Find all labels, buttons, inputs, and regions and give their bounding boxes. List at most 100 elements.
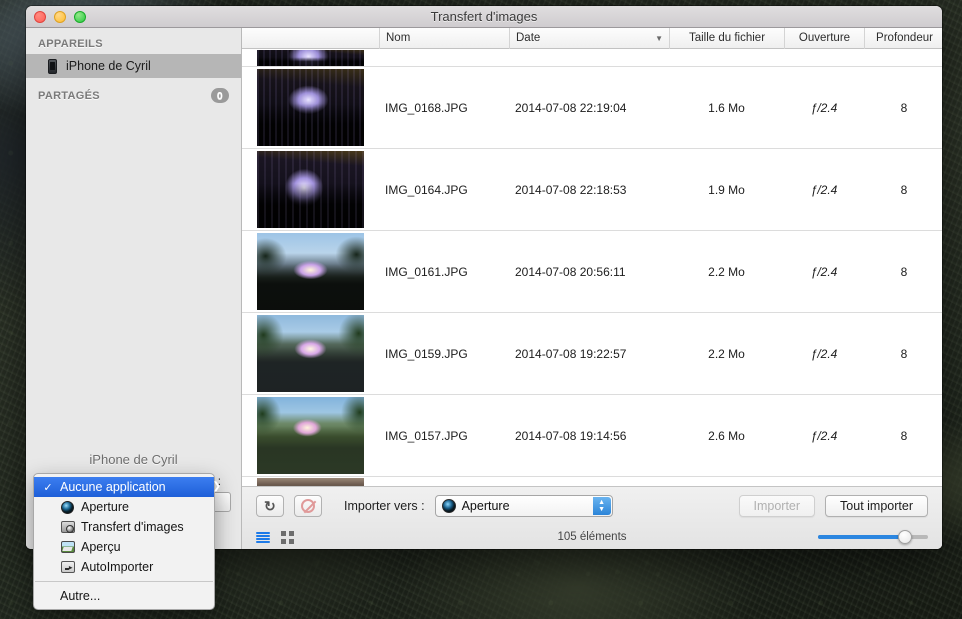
menu-item-label: AutoImporter: [81, 560, 154, 574]
file-list[interactable]: IMG_0168.JPG 2014-07-08 22:19:04 1.6 Mo …: [242, 49, 942, 486]
status-bar-row: 105 éléments: [242, 525, 942, 549]
import-toolbar-row: ↺ Importer vers : Aperture ▲ ▼ Importer T…: [242, 487, 942, 525]
photo-thumbnail: [257, 397, 364, 474]
iphone-icon: [48, 58, 57, 74]
sidebar-header-label: PARTAGÉS: [38, 89, 100, 102]
import-button[interactable]: Importer: [738, 495, 816, 517]
chevron-right-icon: ❯: [212, 481, 221, 492]
import-destination-popup[interactable]: Aperture ▲ ▼: [434, 495, 613, 517]
column-header-ouverture[interactable]: Ouverture: [784, 27, 864, 49]
row-date: 2014-07-08 20:56:11: [515, 264, 626, 279]
aperture-icon: [441, 499, 456, 513]
row-aperture: ƒ/2.4: [810, 346, 838, 361]
shared-count-badge: 0: [211, 88, 229, 103]
aperture-icon: [60, 500, 75, 514]
row-depth: 8: [900, 346, 908, 361]
sidebar: APPAREILS iPhone de Cyril PARTAGÉS 0 iPh…: [26, 28, 242, 549]
window-title: Transfert d'images: [430, 9, 538, 24]
menu-item-autre[interactable]: Autre...: [34, 586, 214, 606]
row-filename: IMG_0168.JPG: [385, 100, 468, 115]
row-aperture: ƒ/2.4: [810, 264, 838, 279]
sidebar-item-label: iPhone de Cyril: [66, 59, 151, 73]
checkmark-icon: ✓: [43, 481, 53, 494]
autoimporter-icon: [60, 560, 75, 574]
sidebar-header-label: APPAREILS: [38, 38, 103, 50]
table-row[interactable]: IMG_0164.JPG 2014-07-08 22:18:53 1.9 Mo …: [242, 149, 942, 231]
minimize-button[interactable]: [54, 10, 66, 23]
row-date: 2014-07-08 22:19:04: [515, 100, 627, 115]
column-header-date-label: Date: [516, 32, 541, 44]
row-thumbnail-cell: [242, 67, 379, 148]
slider-knob[interactable]: [897, 530, 912, 544]
menu-separator: [35, 581, 213, 582]
photo-thumbnail: [257, 477, 364, 486]
row-thumbnail-cell: [242, 49, 379, 66]
slider-fill: [818, 535, 905, 539]
row-file-size: 2.6 Mo: [708, 428, 745, 443]
row-date: 2014-07-08 19:22:57: [515, 346, 627, 361]
photo-thumbnail: [257, 233, 364, 310]
menu-item-autoimporter[interactable]: AutoImporter: [34, 557, 214, 577]
zoom-button[interactable]: [74, 10, 86, 23]
list-view-icon[interactable]: [256, 531, 270, 543]
row-thumbnail-cell: [242, 313, 379, 394]
vertical-scrollbar[interactable]: [934, 49, 941, 486]
table-row[interactable]: IMG_0159.JPG 2014-07-08 19:22:57 2.2 Mo …: [242, 313, 942, 395]
row-aperture: ƒ/2.4: [810, 182, 838, 197]
row-depth: 8: [900, 100, 908, 115]
menu-item-apercu[interactable]: Aperçu: [34, 537, 214, 557]
row-depth: 8: [900, 182, 908, 197]
window-titlebar[interactable]: Transfert d'images: [26, 6, 942, 28]
photo-thumbnail: [257, 49, 364, 66]
close-button[interactable]: [34, 10, 46, 23]
column-header-profondeur[interactable]: Profondeur: [864, 27, 942, 49]
window-body: APPAREILS iPhone de Cyril PARTAGÉS 0 iPh…: [26, 27, 942, 549]
row-file-size: 1.9 Mo: [708, 182, 745, 197]
column-header-taille-du-fichier[interactable]: Taille du fichier: [669, 27, 784, 49]
delete-button[interactable]: [294, 495, 322, 517]
row-thumbnail-cell: [242, 477, 379, 486]
row-date: 2014-07-08 19:14:56: [515, 428, 627, 443]
photo-thumbnail: [257, 69, 364, 146]
table-row-partial-top[interactable]: [242, 49, 942, 67]
sidebar-section-partages: PARTAGÉS 0: [26, 78, 241, 107]
row-filename: IMG_0161.JPG: [385, 264, 468, 279]
rotate-button[interactable]: ↺: [256, 495, 284, 517]
photo-thumbnail: [257, 315, 364, 392]
view-mode-group: [256, 530, 294, 544]
import-to-label: Importer vers :: [344, 499, 425, 513]
rotate-icon: ↺: [264, 497, 276, 514]
image-capture-window: Transfert d'images APPAREILS iPhone de C…: [26, 6, 942, 549]
open-application-dropdown-menu[interactable]: ✓ Aucune application ❯ Aperture Transfer…: [33, 473, 221, 610]
menu-item-transfert-dimages[interactable]: Transfert d'images: [34, 517, 214, 537]
menu-item-label: Aperture: [81, 500, 129, 514]
grid-view-icon[interactable]: [281, 530, 294, 544]
sidebar-item-iphone-de-cyril[interactable]: iPhone de Cyril: [26, 54, 241, 78]
thumbnail-size-slider[interactable]: [818, 530, 928, 544]
column-header-nom[interactable]: Nom: [379, 27, 509, 49]
menu-item-aucune-application[interactable]: ✓ Aucune application ❯: [34, 477, 221, 497]
import-destination-value: Aperture: [461, 499, 510, 513]
table-row[interactable]: IMG_0161.JPG 2014-07-08 20:56:11 2.2 Mo …: [242, 231, 942, 313]
row-aperture: ƒ/2.4: [810, 428, 838, 443]
import-all-button[interactable]: Tout importer: [825, 495, 928, 517]
table-row[interactable]: IMG_0157.JPG 2014-07-08 19:14:56 2.6 Mo …: [242, 395, 942, 477]
device-panel-title: iPhone de Cyril: [89, 452, 178, 467]
row-file-size: 1.6 Mo: [708, 100, 745, 115]
column-header-thumbnail[interactable]: [242, 28, 379, 49]
row-filename: IMG_0157.JPG: [385, 428, 468, 443]
bottom-toolbar: ↺ Importer vers : Aperture ▲ ▼ Importer T…: [242, 486, 942, 549]
row-depth: 8: [900, 264, 908, 279]
chevron-down-icon: ▼: [655, 33, 663, 43]
table-header: Nom Date ▼ Taille du fichier Ouverture P…: [242, 27, 942, 49]
menu-item-aperture[interactable]: Aperture: [34, 497, 214, 517]
table-row[interactable]: IMG_0168.JPG 2014-07-08 22:19:04 1.6 Mo …: [242, 67, 942, 149]
table-row-partial-bottom[interactable]: [242, 477, 942, 486]
row-thumbnail-cell: [242, 231, 379, 312]
row-thumbnail-cell: [242, 395, 379, 476]
row-filename: IMG_0159.JPG: [385, 346, 468, 361]
menu-item-label: Aucune application: [60, 480, 166, 494]
row-file-size: 2.2 Mo: [708, 264, 745, 279]
column-header-date[interactable]: Date ▼: [509, 27, 669, 49]
